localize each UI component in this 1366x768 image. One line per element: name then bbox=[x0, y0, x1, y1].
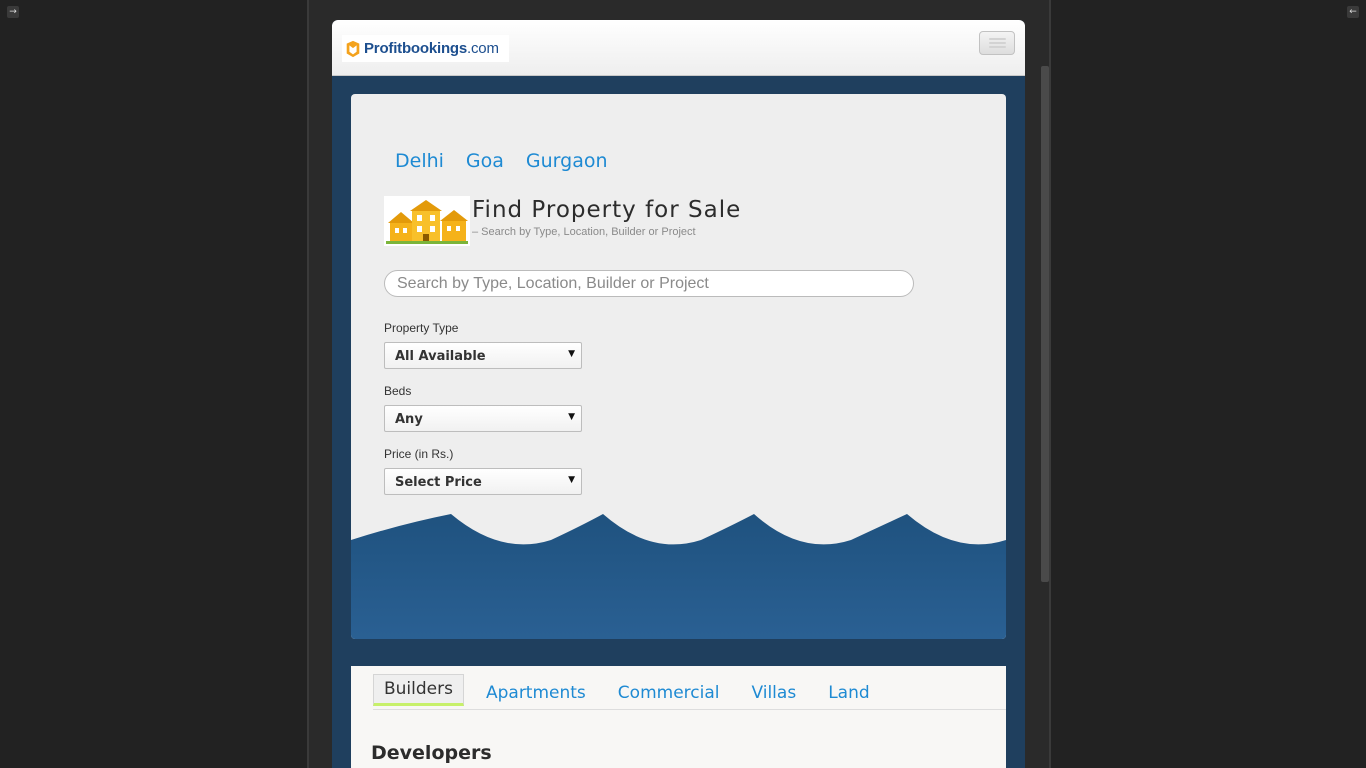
city-link-goa[interactable]: Goa bbox=[466, 150, 504, 172]
price-select[interactable]: Select Price ▼ bbox=[384, 468, 582, 495]
scrollbar[interactable] bbox=[1041, 66, 1049, 582]
tab-villas[interactable]: Villas bbox=[735, 683, 812, 709]
tab-land[interactable]: Land bbox=[812, 683, 885, 709]
property-type-value: All Available bbox=[395, 349, 486, 364]
page-viewport: Profitbookings.com Delhi Goa Gurgaon Fin… bbox=[332, 20, 1025, 768]
find-property-subtitle: – Search by Type, Location, Builder or P… bbox=[472, 226, 696, 238]
site-header: Profitbookings.com bbox=[332, 20, 1025, 76]
price-value: Select Price bbox=[395, 475, 482, 490]
city-link-gurgaon[interactable]: Gurgaon bbox=[526, 150, 608, 172]
tab-builders[interactable]: Builders bbox=[373, 674, 464, 706]
beds-select[interactable]: Any ▼ bbox=[384, 405, 582, 432]
beds-label: Beds bbox=[384, 384, 412, 398]
logo-mark-icon bbox=[346, 40, 360, 57]
collapse-left-icon[interactable]: ← bbox=[1347, 6, 1359, 18]
property-type-label: Property Type bbox=[384, 321, 459, 335]
city-links: Delhi Goa Gurgaon bbox=[395, 150, 608, 172]
price-label: Price (in Rs.) bbox=[384, 447, 454, 461]
logo-text: Profitbookings.com bbox=[364, 40, 499, 57]
category-tabs-panel: Builders Apartments Commercial Villas La… bbox=[351, 666, 1006, 768]
city-link-delhi[interactable]: Delhi bbox=[395, 150, 444, 172]
menu-toggle-button[interactable] bbox=[979, 31, 1015, 55]
dropdown-arrow-icon: ▼ bbox=[568, 349, 575, 359]
find-property-heading: Find Property for Sale – Search by Type,… bbox=[384, 196, 741, 246]
tab-apartments[interactable]: Apartments bbox=[470, 683, 602, 709]
beds-value: Any bbox=[395, 412, 423, 427]
dropdown-arrow-icon: ▼ bbox=[568, 475, 575, 485]
developers-heading: Developers bbox=[371, 742, 492, 764]
expand-right-icon[interactable]: → bbox=[7, 6, 19, 18]
search-hero-panel: Delhi Goa Gurgaon Find Property for Sale… bbox=[351, 94, 1006, 639]
site-logo[interactable]: Profitbookings.com bbox=[342, 35, 509, 62]
find-property-title: Find Property for Sale bbox=[472, 197, 742, 223]
dropdown-arrow-icon: ▼ bbox=[568, 412, 575, 422]
category-tabs: Builders Apartments Commercial Villas La… bbox=[373, 670, 1006, 710]
buildings-icon bbox=[384, 196, 470, 246]
property-type-select[interactable]: All Available ▼ bbox=[384, 342, 582, 369]
property-search-input[interactable] bbox=[384, 270, 914, 297]
tab-commercial[interactable]: Commercial bbox=[602, 683, 736, 709]
wave-decoration bbox=[351, 514, 1006, 639]
